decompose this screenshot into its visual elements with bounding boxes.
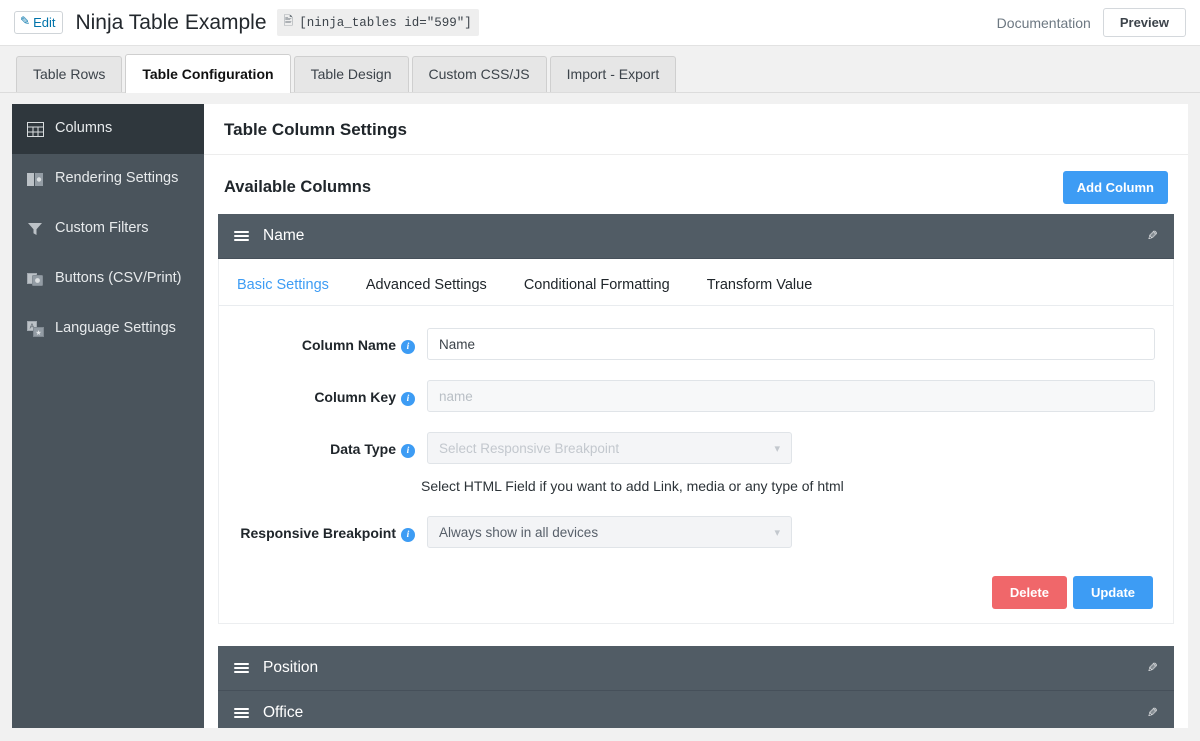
- available-columns-label: Available Columns: [224, 178, 371, 197]
- spacer: [218, 624, 1174, 646]
- responsive-breakpoint-value: Always show in all devices: [439, 525, 598, 540]
- chevron-down-icon: ▾: [774, 526, 780, 539]
- pencil-icon[interactable]: ✎: [1147, 660, 1158, 676]
- preview-button[interactable]: Preview: [1103, 8, 1186, 37]
- column-inner-tabs: Basic Settings Advanced Settings Condition…: [219, 259, 1173, 306]
- column-name-input[interactable]: [427, 328, 1155, 360]
- language-icon: A★: [26, 320, 44, 338]
- tab-custom-css-js[interactable]: Custom CSS/JS: [412, 56, 547, 92]
- sidebar-item-label: Custom Filters: [55, 220, 148, 237]
- column-name-label: Column Name i: [237, 328, 427, 354]
- tab-import-export[interactable]: Import - Export: [550, 56, 677, 92]
- column-key-control: [427, 380, 1155, 412]
- top-bar: ✎ Edit Ninja Table Example 🖹 [ninja_tabl…: [0, 0, 1200, 46]
- tab-bar: Table RowsTable ConfigurationTable Desig…: [0, 46, 1200, 93]
- info-icon[interactable]: i: [401, 392, 415, 406]
- column-block: Position ✎: [218, 646, 1174, 691]
- main-panel: Table Column Settings Available Columns …: [204, 104, 1188, 728]
- update-button[interactable]: Update: [1073, 576, 1153, 609]
- data-type-select[interactable]: Select Responsive Breakpoint ▾: [427, 432, 792, 464]
- data-type-label: Data Type i: [237, 432, 427, 458]
- responsive-breakpoint-select[interactable]: Always show in all devices ▾: [427, 516, 792, 548]
- column-name-label-text: Column Name: [302, 337, 396, 353]
- column-name-control: [427, 328, 1155, 360]
- rendering-icon: [26, 170, 44, 188]
- columns-accordion: Name ✎ Basic Settings Advanced Settings Cond…: [204, 214, 1188, 728]
- tab-table-design[interactable]: Table Design: [294, 56, 409, 92]
- sidebar: Columns Rendering Settings Custom Filters B…: [12, 104, 204, 728]
- column-key-input[interactable]: [427, 380, 1155, 412]
- column-header-label: Name: [263, 227, 304, 245]
- data-type-label-text: Data Type: [330, 441, 396, 457]
- drag-handle-icon[interactable]: [234, 663, 249, 673]
- add-column-button[interactable]: Add Column: [1063, 171, 1168, 204]
- funnel-icon: [26, 220, 44, 238]
- data-type-value: Select Responsive Breakpoint: [439, 441, 619, 456]
- drag-handle-icon[interactable]: [234, 708, 249, 718]
- data-type-help-text: Select HTML Field if you want to add Lin…: [219, 478, 1173, 494]
- pencil-icon: ✎: [20, 14, 30, 28]
- column-settings-body: Basic Settings Advanced Settings Condition…: [218, 259, 1174, 624]
- column-key-label-text: Column Key: [314, 389, 396, 405]
- tab-table-configuration[interactable]: Table Configuration: [125, 54, 290, 93]
- column-header-label: Position: [263, 659, 318, 677]
- field-row-column-name: Column Name i: [219, 328, 1173, 360]
- responsive-breakpoint-label: Responsive Breakpoint i: [237, 516, 427, 542]
- sidebar-item-buttons-csv-print[interactable]: Buttons (CSV/Print): [12, 254, 204, 304]
- column-key-label: Column Key i: [237, 380, 427, 406]
- responsive-breakpoint-control: Always show in all devices ▾: [427, 516, 1155, 548]
- document-icon: 🖹: [284, 12, 294, 33]
- inner-tab-conditional-formatting[interactable]: Conditional Formatting: [524, 277, 670, 305]
- shortcode-text: [ninja_tables id="599"]: [299, 16, 472, 30]
- column-header-name[interactable]: Name ✎: [218, 214, 1174, 259]
- info-icon[interactable]: i: [401, 444, 415, 458]
- sidebar-item-label: Rendering Settings: [55, 170, 178, 187]
- drag-handle-icon[interactable]: [234, 231, 249, 241]
- svg-text:★: ★: [35, 329, 41, 337]
- main-header: Table Column Settings: [204, 104, 1188, 155]
- field-row-data-type: Data Type i Select Responsive Breakpoint ▾: [219, 432, 1173, 464]
- inner-tab-basic-settings[interactable]: Basic Settings: [237, 277, 329, 305]
- sidebar-item-label: Language Settings: [55, 320, 176, 337]
- info-icon[interactable]: i: [401, 340, 415, 354]
- column-header-office[interactable]: Office ✎: [218, 691, 1174, 728]
- column-block: Name ✎ Basic Settings Advanced Settings Cond…: [218, 214, 1174, 646]
- table-grid-icon: [26, 120, 44, 138]
- field-row-responsive-breakpoint: Responsive Breakpoint i Always show in all…: [219, 516, 1173, 548]
- inner-tab-advanced-settings[interactable]: Advanced Settings: [366, 277, 487, 305]
- top-bar-actions: Documentation Preview: [997, 8, 1186, 37]
- field-row-column-key: Column Key i: [219, 380, 1173, 412]
- responsive-breakpoint-label-text: Responsive Breakpoint: [240, 525, 396, 541]
- section-heading: Table Column Settings: [224, 120, 1168, 140]
- info-icon[interactable]: i: [401, 528, 415, 542]
- pencil-icon[interactable]: ✎: [1147, 705, 1158, 721]
- data-type-control: Select Responsive Breakpoint ▾: [427, 432, 1155, 464]
- inner-tab-transform-value[interactable]: Transform Value: [707, 277, 813, 305]
- column-header-position[interactable]: Position ✎: [218, 646, 1174, 691]
- sidebar-item-label: Columns: [55, 120, 112, 137]
- available-columns-row: Available Columns Add Column: [204, 155, 1188, 214]
- column-block: Office ✎: [218, 691, 1174, 728]
- sidebar-item-columns[interactable]: Columns: [12, 104, 204, 154]
- column-header-label: Office: [263, 704, 303, 722]
- pencil-icon[interactable]: ✎: [1147, 228, 1158, 244]
- shortcode-badge[interactable]: 🖹 [ninja_tables id="599"]: [277, 9, 479, 36]
- edit-button-label: Edit: [33, 15, 55, 31]
- chevron-down-icon: ▾: [774, 442, 780, 455]
- edit-button[interactable]: ✎ Edit: [14, 11, 63, 35]
- tab-table-rows[interactable]: Table Rows: [16, 56, 122, 92]
- sidebar-item-rendering-settings[interactable]: Rendering Settings: [12, 154, 204, 204]
- sidebar-item-language-settings[interactable]: A★ Language Settings: [12, 304, 204, 354]
- buttons-icon: [26, 270, 44, 288]
- column-actions: DeleteUpdate: [219, 568, 1173, 609]
- page-title: Ninja Table Example: [75, 11, 266, 35]
- delete-button[interactable]: Delete: [992, 576, 1067, 609]
- sidebar-item-custom-filters[interactable]: Custom Filters: [12, 204, 204, 254]
- documentation-link[interactable]: Documentation: [997, 15, 1091, 31]
- content-shell: Columns Rendering Settings Custom Filters B…: [0, 93, 1200, 728]
- sidebar-item-label: Buttons (CSV/Print): [55, 270, 182, 287]
